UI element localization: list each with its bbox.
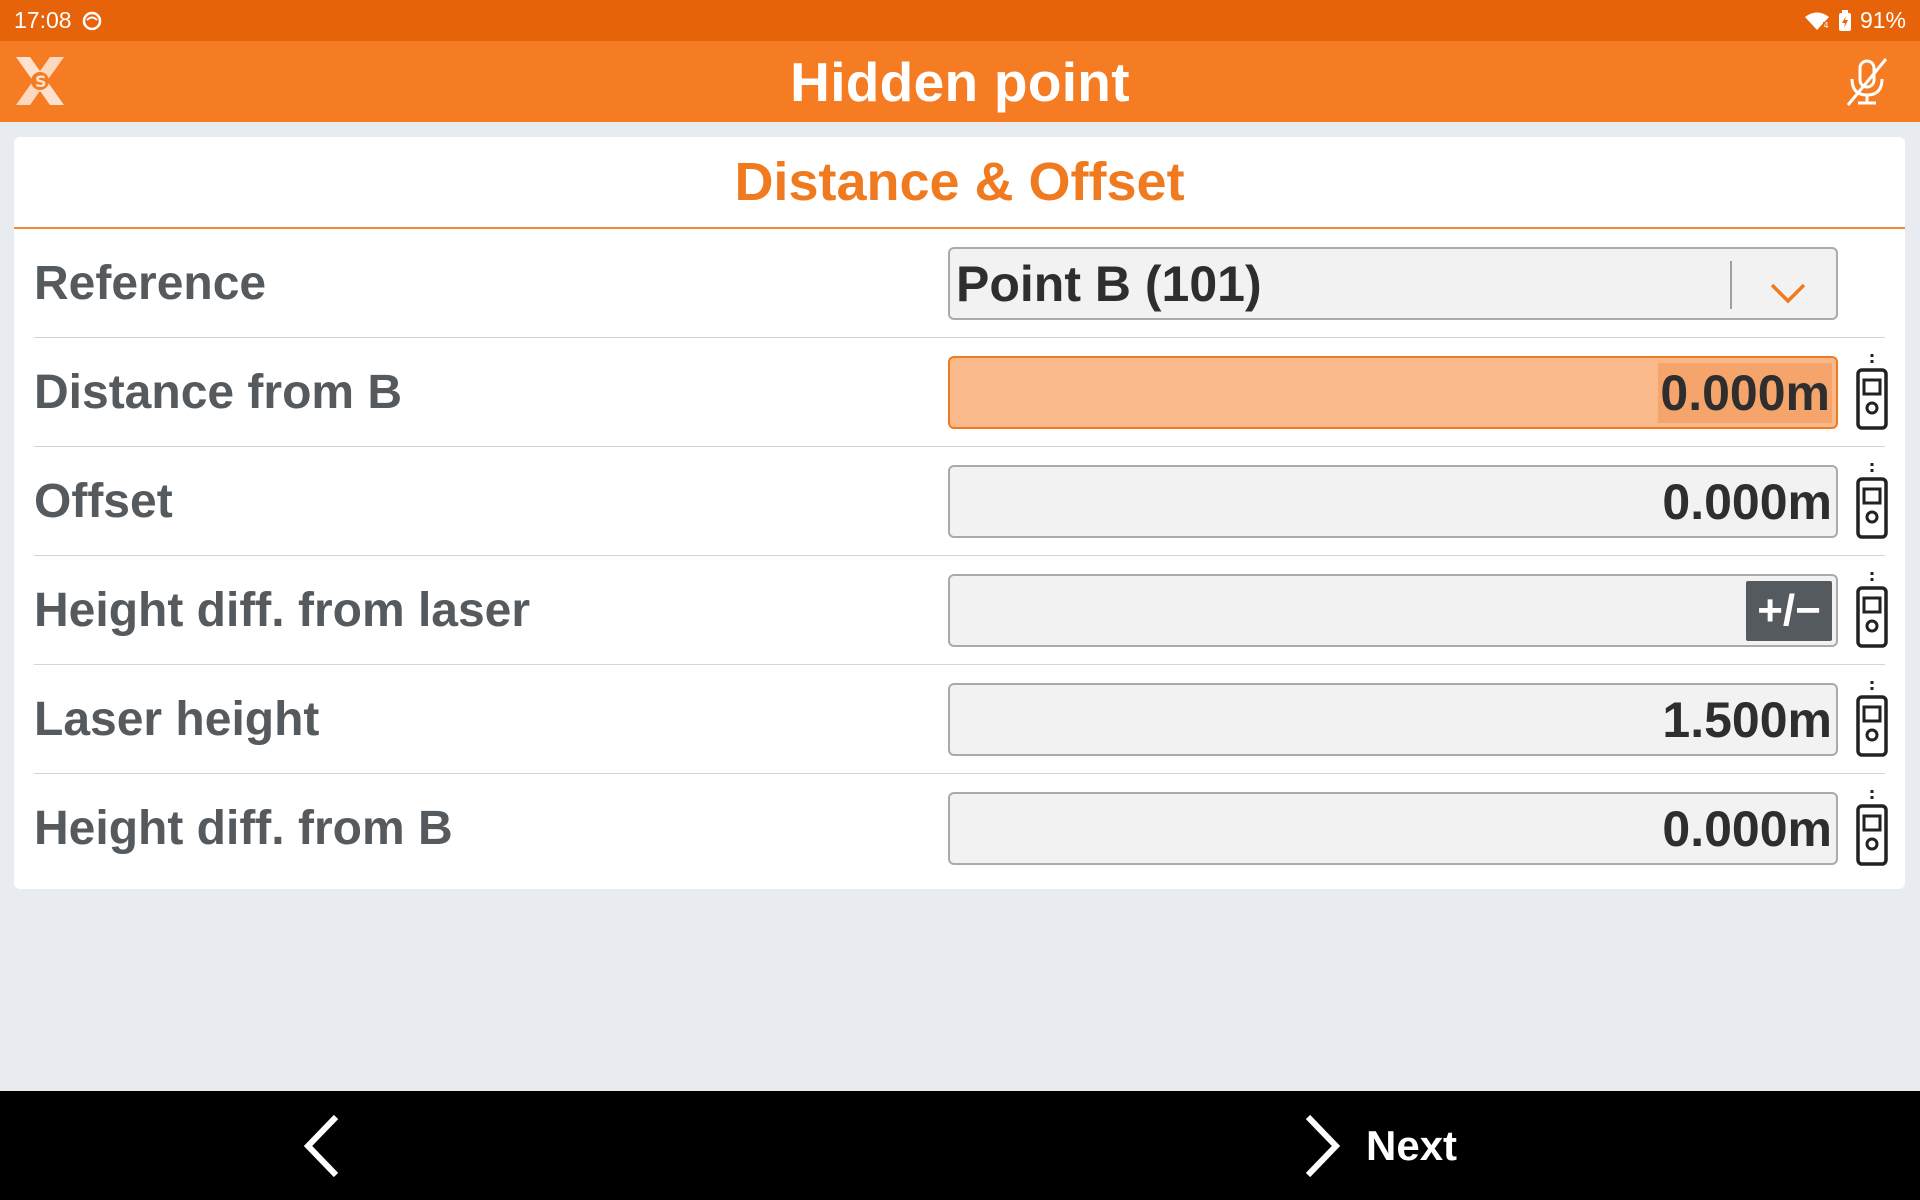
chevron-right-icon <box>1305 1114 1341 1178</box>
distance-from-b-input[interactable]: 0.000m <box>948 356 1838 429</box>
dropdown-divider <box>1730 261 1732 309</box>
laser-meter-icon[interactable] <box>1852 354 1892 432</box>
offset-label: Offset <box>34 474 173 528</box>
card-title: Distance & Offset <box>14 137 1905 229</box>
status-time: 17:08 <box>14 7 72 33</box>
distance-from-b-value: 0.000m <box>1658 362 1832 423</box>
x-s-logo[interactable]: S <box>12 53 68 109</box>
reference-dropdown[interactable]: Point B (101) <box>948 247 1838 320</box>
app-bar: S Hidden point <box>0 41 1920 122</box>
height-diff-from-laser-label: Height diff. from laser <box>34 583 531 637</box>
row-height-diff-from-laser: Height diff. from laser +/− <box>34 556 1888 665</box>
microphone-muted-icon[interactable] <box>1840 55 1894 109</box>
next-label: Next <box>1366 1122 1458 1169</box>
laser-height-input[interactable]: 1.500m <box>948 683 1838 756</box>
page-title: Hidden point <box>790 50 1130 113</box>
notification-circle-icon <box>82 11 102 31</box>
back-button[interactable] <box>288 1111 358 1181</box>
next-button[interactable]: Next <box>1300 1111 1457 1181</box>
reference-label: Reference <box>34 256 267 310</box>
row-height-diff-from-b: Height diff. from B 0.000m <box>34 774 1888 883</box>
svg-text:4: 4 <box>1823 21 1828 30</box>
laser-height-value: 1.500m <box>1662 691 1832 748</box>
battery-charging-icon <box>1838 9 1852 32</box>
row-laser-height: Laser height 1.500m <box>34 665 1888 774</box>
height-diff-from-laser-input[interactable]: +/− <box>948 574 1838 647</box>
laser-height-label: Laser height <box>34 692 320 746</box>
height-diff-from-b-label: Height diff. from B <box>34 802 453 855</box>
row-offset: Offset 0.000m <box>34 447 1888 556</box>
offset-value: 0.000m <box>1662 473 1832 530</box>
row-distance-from-b: Distance from B 0.000m <box>34 338 1888 447</box>
height-diff-from-b-input[interactable]: 0.000m <box>948 792 1838 865</box>
chevron-down-icon[interactable] <box>1768 267 1808 307</box>
laser-meter-icon[interactable] <box>1852 681 1892 759</box>
chevron-left-icon <box>303 1114 339 1178</box>
distance-from-b-label: Distance from B <box>34 365 403 419</box>
battery-percent: 91% <box>1859 7 1906 33</box>
status-bar: 17:08 4 91% <box>0 0 1920 41</box>
height-diff-from-b-value: 0.000m <box>1662 800 1832 857</box>
laser-meter-icon[interactable] <box>1852 463 1892 541</box>
laser-meter-icon[interactable] <box>1852 572 1892 650</box>
distance-offset-card: Distance & Offset Reference Point B (101… <box>14 137 1905 889</box>
plus-minus-button[interactable]: +/− <box>1746 580 1832 641</box>
row-reference: Reference Point B (101) <box>34 229 1885 338</box>
laser-meter-icon[interactable] <box>1852 790 1892 868</box>
svg-text:S: S <box>35 72 47 91</box>
offset-input[interactable]: 0.000m <box>948 465 1838 538</box>
bottom-nav-bar: Next <box>0 1091 1920 1200</box>
reference-value: Point B (101) <box>956 255 1262 312</box>
wifi-icon: 4 <box>1804 11 1830 31</box>
